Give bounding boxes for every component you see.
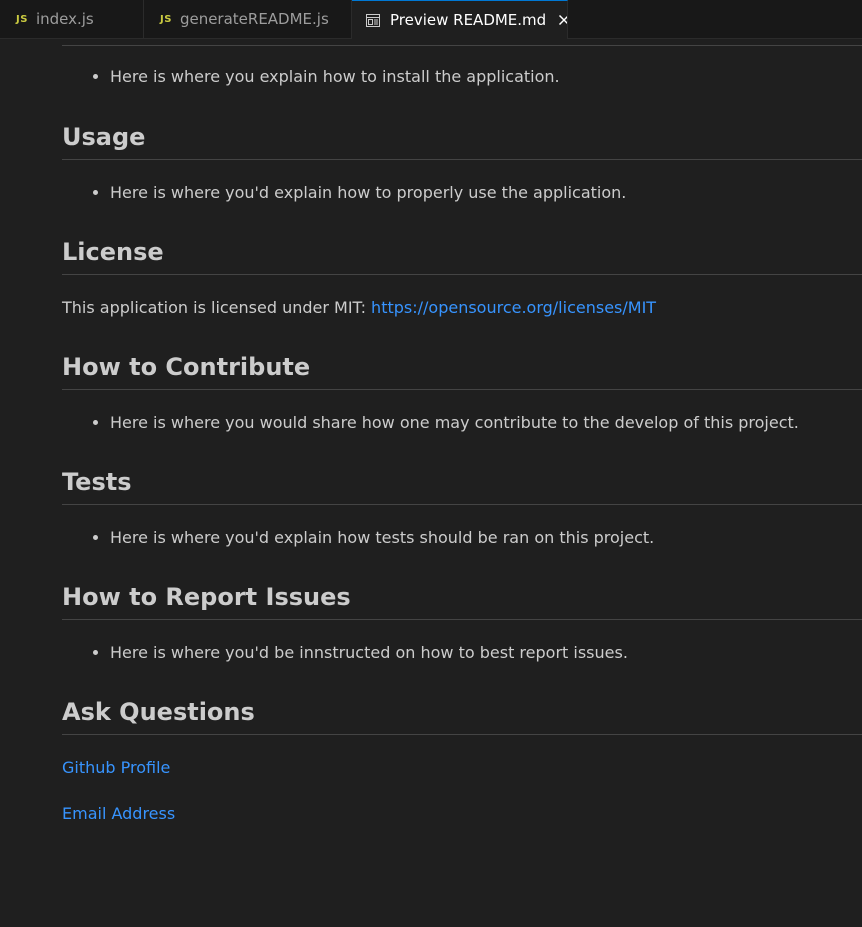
contribute-list: Here is where you would share how one ma… xyxy=(62,412,862,434)
tests-heading: Tests xyxy=(62,464,862,505)
license-heading: License xyxy=(62,234,862,275)
tests-list: Here is where you'd explain how tests sh… xyxy=(62,527,862,549)
issues-heading: How to Report Issues xyxy=(62,579,862,620)
tab-preview-readme[interactable]: Preview README.md xyxy=(352,0,568,39)
tab-index-js[interactable]: JS index.js xyxy=(0,0,144,38)
list-item: Here is where you'd explain how tests sh… xyxy=(110,527,862,549)
github-profile-link[interactable]: Github Profile xyxy=(62,758,170,777)
installation-section: Here is where you explain how to install… xyxy=(62,66,862,88)
list-item: Here is where you'd explain how to prope… xyxy=(110,182,862,204)
editor-tab-bar: JS index.js JS generateREADME.js Preview… xyxy=(0,0,862,39)
github-paragraph: Github Profile xyxy=(62,757,862,779)
list-item: Here is where you'd be innstructed on ho… xyxy=(110,642,862,664)
tests-section: Tests Here is where you'd explain how te… xyxy=(62,464,862,549)
license-text: This application is licensed under MIT: … xyxy=(62,298,657,317)
tab-label: Preview README.md xyxy=(390,11,547,29)
license-section: License This application is licensed und… xyxy=(62,234,862,319)
installation-list: Here is where you explain how to install… xyxy=(62,66,862,88)
contribute-section: How to Contribute Here is where you woul… xyxy=(62,349,862,434)
email-address-link[interactable]: Email Address xyxy=(62,804,175,823)
close-icon[interactable] xyxy=(558,14,568,26)
contribute-heading: How to Contribute xyxy=(62,349,862,390)
issues-section: How to Report Issues Here is where you'd… xyxy=(62,579,862,664)
javascript-icon: JS xyxy=(16,13,28,25)
tab-label: generateREADME.js xyxy=(179,10,329,28)
issues-list: Here is where you'd be innstructed on ho… xyxy=(62,642,862,664)
tab-generate-readme-js[interactable]: JS generateREADME.js xyxy=(144,0,352,38)
license-link[interactable]: https://opensource.org/licenses/MIT xyxy=(371,298,656,317)
list-item: Here is where you would share how one ma… xyxy=(110,412,862,434)
usage-heading: Usage xyxy=(62,119,862,160)
usage-list: Here is where you'd explain how to prope… xyxy=(62,182,862,204)
email-paragraph: Email Address xyxy=(62,803,862,825)
questions-heading: Ask Questions xyxy=(62,694,862,735)
preview-icon xyxy=(366,13,380,27)
heading-divider xyxy=(62,45,862,46)
questions-section: Ask Questions Github Profile Email Addre… xyxy=(62,694,862,825)
usage-section: Usage Here is where you'd explain how to… xyxy=(62,119,862,204)
javascript-icon: JS xyxy=(160,13,172,25)
list-item: Here is where you explain how to install… xyxy=(110,66,862,88)
tab-label: index.js xyxy=(35,10,94,28)
